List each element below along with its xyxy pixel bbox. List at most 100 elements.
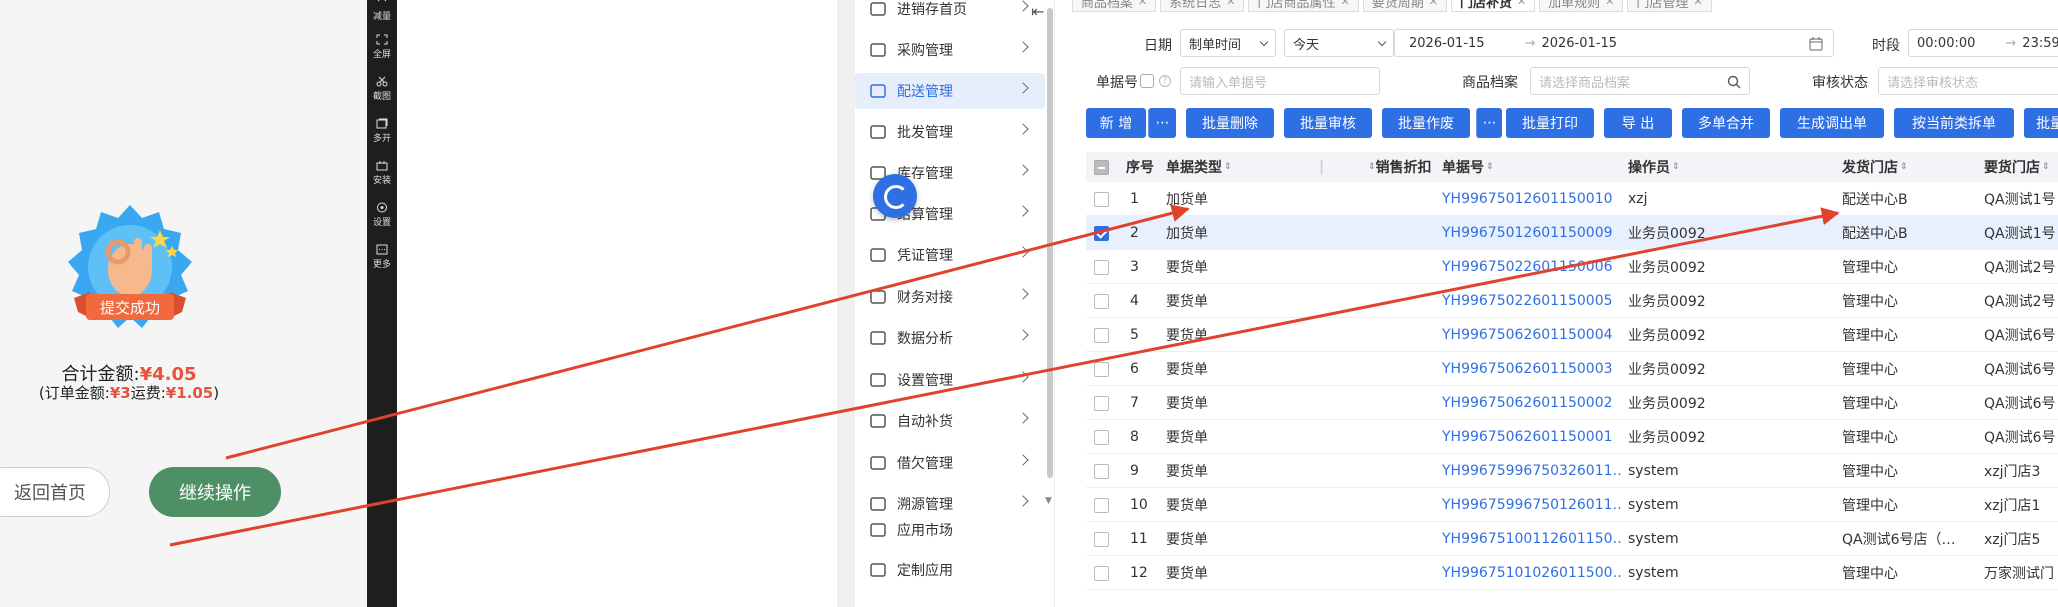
cell-order[interactable]: YH99675062601150002 bbox=[1442, 386, 1622, 420]
row-checkbox[interactable] bbox=[1094, 386, 1109, 420]
cell-order[interactable]: YH99675022601150005 bbox=[1442, 284, 1622, 318]
toolbar-button-4[interactable]: 批量作废 bbox=[1382, 108, 1470, 138]
row-checkbox[interactable] bbox=[1094, 250, 1109, 284]
table-row[interactable]: 5 要货单 YH99675062601150004 业务员0092 管理中心 QA测试6号 bbox=[1086, 318, 2058, 352]
table-row[interactable]: 2 加货单 YH99675012601150009 业务员0092 配送中心B QA测试1… bbox=[1086, 216, 2058, 250]
sidebar-item-15[interactable]: 定制应用 bbox=[855, 552, 1045, 588]
more-options-button-1[interactable]: ⋯ bbox=[1148, 108, 1176, 138]
goods-select[interactable]: 请选择商品档案 bbox=[1530, 67, 1750, 95]
toolbar-button-5[interactable]: 批量打印 bbox=[1506, 108, 1594, 138]
toolbar-fullscreen[interactable]: 全屏 bbox=[367, 34, 397, 60]
row-checkbox[interactable] bbox=[1094, 454, 1109, 488]
close-icon[interactable]: ✕ bbox=[1340, 0, 1349, 8]
cell-order[interactable]: YH99675062601150003 bbox=[1442, 352, 1622, 386]
tab-4[interactable]: 要货周期 ✕ bbox=[1362, 0, 1447, 12]
toolbar-button-6[interactable]: 导 出 bbox=[1604, 108, 1672, 138]
help-icon[interactable]: ? bbox=[1159, 75, 1171, 87]
table-row[interactable]: 10 要货单 YH99675996750126011… system 管理中心 xzj门店… bbox=[1086, 488, 2058, 522]
cell-order[interactable]: YH99675062601150004 bbox=[1442, 318, 1622, 352]
row-checkbox[interactable] bbox=[1094, 420, 1109, 454]
cell-order[interactable]: YH99675996750326011… bbox=[1442, 454, 1622, 488]
table-row[interactable]: 8 要货单 YH99675062601150001 业务员0092 管理中心 QA测试6号 bbox=[1086, 420, 2058, 454]
close-icon[interactable]: ✕ bbox=[1226, 0, 1235, 8]
order-no-input[interactable]: 请输入单据号 bbox=[1180, 67, 1380, 95]
tab-5[interactable]: 门店补货 ✕ bbox=[1450, 0, 1536, 12]
close-icon[interactable]: ✕ bbox=[1605, 0, 1614, 8]
table-row[interactable]: 1 加货单 YH99675012601150010 xzj 配送中心B QA测试1号 bbox=[1086, 182, 2058, 216]
row-checkbox[interactable] bbox=[1094, 284, 1109, 318]
sidebar-item-14[interactable]: 应用市场 bbox=[855, 512, 1045, 548]
row-checkbox[interactable] bbox=[1094, 522, 1109, 556]
cell-order[interactable]: YH99675101026011500… bbox=[1442, 556, 1622, 590]
row-checkbox[interactable] bbox=[1094, 182, 1109, 216]
row-checkbox[interactable] bbox=[1094, 216, 1109, 250]
sidebar-scrollbar[interactable] bbox=[1047, 8, 1053, 478]
tab-6[interactable]: 加单规则 ✕ bbox=[1539, 0, 1624, 12]
toolbar-settings[interactable]: 设置 bbox=[367, 202, 397, 228]
continue-button[interactable]: 继续操作 bbox=[149, 467, 281, 517]
select-all-checkbox[interactable] bbox=[1094, 152, 1109, 182]
header-order-no[interactable]: 单据号 ⇕ bbox=[1442, 152, 1494, 182]
toolbar-more[interactable]: 更多 bbox=[367, 244, 397, 270]
tab-3[interactable]: 门店商品属性 ✕ bbox=[1248, 0, 1359, 12]
toolbar-reduce[interactable]: 减量 bbox=[367, 0, 397, 22]
toolbar-button-2[interactable]: 批量删除 bbox=[1186, 108, 1274, 138]
tab-2[interactable]: 系统日志 ✕ bbox=[1160, 0, 1245, 12]
table-row[interactable]: 9 要货单 YH99675996750326011… system 管理中心 xzj门店3 bbox=[1086, 454, 2058, 488]
cell-order[interactable]: YH99675022601150006 bbox=[1442, 250, 1622, 284]
toolbar-button-7[interactable]: 多单合并 bbox=[1682, 108, 1770, 138]
date-range-picker[interactable]: 2026-01-15 → 2026-01-15 bbox=[1394, 29, 1834, 57]
cell-order[interactable]: YH99675996750126011… bbox=[1442, 488, 1622, 522]
cell-order[interactable]: YH99675100112601150… bbox=[1442, 522, 1622, 556]
tab-7[interactable]: 门店管理 ✕ bbox=[1627, 0, 1712, 12]
sidebar-item-8[interactable]: 财务对接 bbox=[855, 279, 1045, 315]
row-checkbox[interactable] bbox=[1094, 352, 1109, 386]
table-row[interactable]: 12 要货单 YH99675101026011500… system 管理中心 万家测试门 bbox=[1086, 556, 2058, 590]
date-type-select[interactable]: 制单时间 bbox=[1180, 29, 1276, 57]
row-checkbox[interactable] bbox=[1094, 318, 1109, 352]
table-row[interactable]: 4 要货单 YH99675022601150005 业务员0092 管理中心 QA测试2号 bbox=[1086, 284, 2058, 318]
cell-order[interactable]: YH99675012601150010 bbox=[1442, 182, 1622, 216]
sidebar-item-7[interactable]: 凭证管理 bbox=[855, 237, 1045, 273]
row-checkbox[interactable] bbox=[1094, 488, 1109, 522]
close-icon[interactable]: ✕ bbox=[1517, 0, 1526, 8]
order-no-checkbox[interactable] bbox=[1140, 74, 1154, 88]
table-row[interactable]: 7 要货单 YH99675062601150002 业务员0092 管理中心 QA测试6号 bbox=[1086, 386, 2058, 420]
scroll-down-icon[interactable]: ▼ bbox=[1045, 496, 1052, 506]
table-row[interactable]: 6 要货单 YH99675062601150003 业务员0092 管理中心 QA测试6号 bbox=[1086, 352, 2058, 386]
header-discount[interactable]: ⇕ 销售折扣 bbox=[1366, 152, 1432, 182]
close-icon[interactable]: ✕ bbox=[1693, 0, 1702, 8]
toolbar-button-1[interactable]: 新 增 bbox=[1086, 108, 1146, 138]
toolbar-screenshot[interactable]: 截图 bbox=[367, 76, 397, 102]
toolbar-install[interactable]: 安装 bbox=[367, 160, 397, 186]
sidebar-item-10[interactable]: 设置管理 bbox=[855, 362, 1045, 398]
toolbar-button-9[interactable]: 按当前类拆单 bbox=[1894, 108, 2014, 138]
sidebar-item-9[interactable]: 数据分析 bbox=[855, 320, 1045, 356]
header-operator[interactable]: 操作员 ⇕ bbox=[1628, 152, 1680, 182]
sidebar-item-3[interactable]: 配送管理 bbox=[855, 73, 1045, 109]
date-range-select[interactable]: 今天 bbox=[1284, 29, 1394, 57]
time-range-picker[interactable]: 00:00:00 → 23:59:59 bbox=[1908, 29, 2058, 57]
table-row[interactable]: 3 要货单 YH99675022601150006 业务员0092 管理中心 QA测试2号 bbox=[1086, 250, 2058, 284]
close-icon[interactable]: ✕ bbox=[1138, 0, 1147, 8]
sidebar-item-1[interactable]: 进销存首页 bbox=[855, 0, 1045, 27]
table-row[interactable]: 11 要货单 YH99675100112601150… system QA测试6号店（…… bbox=[1086, 522, 2058, 556]
header-type[interactable]: 单据类型 ⇕ bbox=[1166, 152, 1232, 182]
cell-order[interactable]: YH99675012601150009 bbox=[1442, 216, 1622, 250]
row-checkbox[interactable] bbox=[1094, 556, 1109, 590]
toolbar-button-3[interactable]: 批量审核 bbox=[1284, 108, 1372, 138]
close-icon[interactable]: ✕ bbox=[1429, 0, 1438, 8]
back-home-button[interactable]: 返回首页 bbox=[0, 467, 110, 517]
audit-status-select[interactable]: 请选择审核状态 bbox=[1878, 67, 2058, 95]
header-request-store[interactable]: 要货门店 ⇕ bbox=[1984, 152, 2050, 182]
sidebar-item-4[interactable]: 批发管理 bbox=[855, 114, 1045, 150]
cell-order[interactable]: YH99675062601150001 bbox=[1442, 420, 1622, 454]
floating-assistant-icon[interactable] bbox=[873, 174, 917, 218]
toolbar-multi-open[interactable]: 多开 bbox=[367, 118, 397, 144]
toolbar-button-8[interactable]: 生成调出单 bbox=[1780, 108, 1884, 138]
header-ship-store[interactable]: 发货门店 ⇕ bbox=[1842, 152, 1908, 182]
toolbar-button-10[interactable]: 批量保存 bbox=[2024, 108, 2058, 138]
tab-1[interactable]: 商品档案 ✕ bbox=[1072, 0, 1157, 12]
sidebar-item-11[interactable]: 自动补货 bbox=[855, 403, 1045, 439]
sidebar-item-2[interactable]: 采购管理 bbox=[855, 32, 1045, 68]
